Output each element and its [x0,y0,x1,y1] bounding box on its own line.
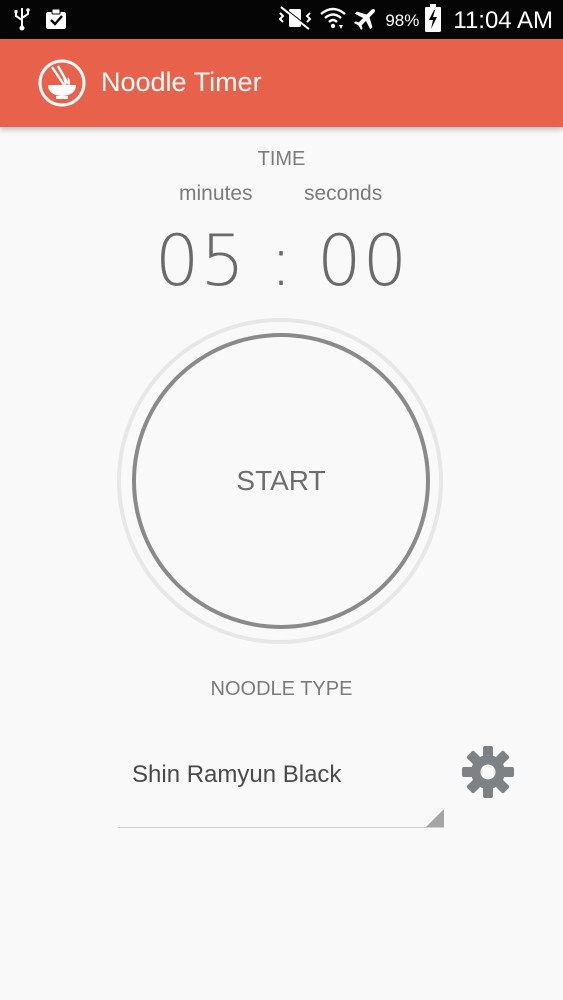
seconds-label: seconds [304,182,383,205]
gear-icon[interactable] [460,744,516,800]
noodle-type-select[interactable]: Shin Ramyun Black [118,745,444,828]
start-button-label: START [236,465,326,496]
noodle-type-label: NOODLE TYPE [210,678,353,700]
app-title: Noodle Timer [101,67,262,97]
start-button[interactable]: START [132,333,430,629]
status-bar: 98% 11:04 AM [0,0,563,39]
noodle-type-value: Shin Ramyun Black [132,761,342,788]
status-time: 11:04 AM [453,6,553,34]
app-bar: Noodle Timer [0,39,563,127]
battery-charging-icon [425,4,442,37]
clipboard-check-icon [44,7,68,36]
battery-percent: 98% [385,10,420,30]
usb-icon [14,6,30,37]
minutes-label: minutes [179,182,253,205]
airplane-icon [353,5,379,36]
timer-display[interactable]: 05 : 00 [0,220,563,302]
noodle-bowl-icon [38,59,86,107]
wifi-icon [319,5,347,36]
time-section-label: TIME [257,148,306,170]
mute-vibrate-icon [277,5,313,36]
dropdown-corner-icon [426,809,444,827]
